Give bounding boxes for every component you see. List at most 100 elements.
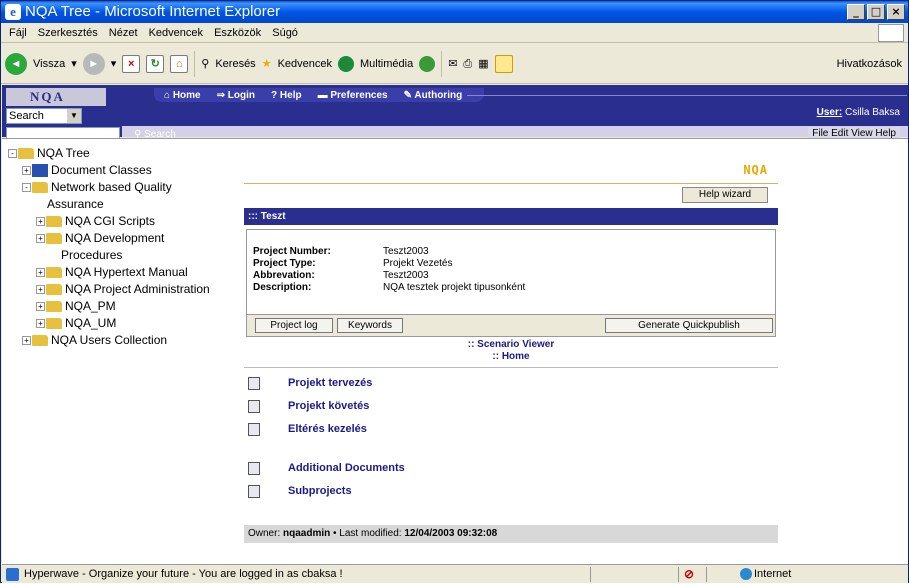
home-link[interactable]: :: Home	[242, 351, 780, 363]
edit-icon[interactable]: ▦	[478, 44, 488, 84]
expand-icon[interactable]: +	[36, 268, 45, 278]
status-divider	[706, 567, 707, 582]
mail-icon[interactable]: ✉	[448, 44, 457, 84]
nav-login[interactable]: ⇒ Login	[217, 90, 263, 101]
search-scope-select[interactable]: Search ▼	[6, 108, 82, 124]
tree-item-label: Document Classes	[51, 163, 152, 177]
tree-item[interactable]: + NQA_UM	[8, 315, 228, 332]
forward-arrow-icon[interactable]: ►	[82, 52, 105, 75]
favorites-star-icon[interactable]: ★	[262, 44, 272, 84]
expand-icon[interactable]: +	[36, 319, 45, 329]
menu-file[interactable]: Fájl	[9, 27, 27, 39]
tree-item[interactable]: + NQA CGI Scripts	[8, 213, 228, 230]
messenger-icon[interactable]	[494, 54, 513, 73]
menu-bar: Fájl Szerkesztés Nézet Kedvencek Eszközö…	[1, 23, 908, 43]
menu-favorites[interactable]: Kedvencek	[149, 27, 203, 39]
history-icon[interactable]	[419, 55, 436, 72]
back-label[interactable]: Vissza	[33, 44, 65, 84]
nav-home[interactable]: ⌂ Home	[164, 90, 209, 101]
search-icon[interactable]: ⚲	[201, 44, 209, 84]
menu-edit[interactable]: Szerkesztés	[38, 27, 98, 39]
link-item[interactable]: Projekt tervezés	[248, 375, 372, 392]
nav-login-label: Login	[227, 89, 256, 101]
project-log-button[interactable]: Project log	[255, 318, 333, 333]
collapse-icon[interactable]: -	[22, 183, 31, 193]
folder-icon	[18, 148, 34, 160]
links-label[interactable]: Hivatkozások	[837, 44, 902, 84]
expand-icon[interactable]: +	[36, 285, 45, 295]
stop-icon[interactable]: ×	[122, 54, 141, 73]
expand-icon[interactable]: +	[36, 234, 45, 244]
owner-label: Owner:	[248, 528, 281, 539]
info-value: Teszt2003	[383, 246, 429, 257]
nav-authoring[interactable]: ✎ Authoring	[404, 90, 471, 101]
expand-icon[interactable]: +	[36, 302, 45, 312]
tree-item-label: NQA_UM	[65, 316, 117, 330]
home-icon[interactable]: ⌂	[170, 54, 189, 73]
tree-item[interactable]: + NQA_PM	[8, 298, 228, 315]
tree-item[interactable]: Assurance	[8, 196, 228, 213]
refresh-icon[interactable]: ↻	[146, 54, 165, 73]
tree-item[interactable]: + NQA Hypertext Manual	[8, 264, 228, 281]
tree-item[interactable]: + NQA Users Collection	[8, 332, 228, 349]
back-arrow-icon[interactable]: ◄	[5, 52, 27, 75]
tree-view: - NQA Tree + Document Classes - Network based…	[8, 145, 228, 349]
chevron-down-icon[interactable]: ▼	[67, 109, 81, 123]
tree-item[interactable]: Procedures	[8, 247, 228, 264]
forward-dropdown-icon[interactable]: ▾	[111, 44, 117, 84]
link-label: Projekt követés	[288, 400, 370, 412]
owner-name: nqaadmin	[283, 528, 331, 539]
menu-help[interactable]: Súgó	[272, 27, 298, 39]
info-value: Teszt2003	[383, 270, 429, 281]
expand-icon[interactable]: +	[22, 166, 31, 176]
tree-item-label: NQA Hypertext Manual	[65, 265, 188, 279]
folder-icon	[46, 301, 62, 313]
search-label[interactable]: Keresés	[215, 44, 255, 84]
info-key: Project Number:	[253, 246, 331, 257]
folder-icon	[32, 335, 48, 347]
media-label[interactable]: Multimédia	[360, 44, 413, 84]
search-scope-value: Search	[9, 110, 44, 122]
folder-icon	[46, 216, 62, 228]
print-icon[interactable]: ⎙	[463, 44, 472, 84]
status-bar: Hyperwave - Organize your future - You a…	[2, 564, 908, 583]
info-row: Project Number: Teszt2003	[253, 246, 525, 258]
document-icon	[248, 399, 260, 413]
generate-quickpublish-button[interactable]: Generate Quickpublish	[605, 318, 773, 333]
tree-item-label: Assurance	[47, 197, 104, 211]
expand-icon[interactable]: +	[36, 217, 45, 227]
keywords-button[interactable]: Keywords	[337, 318, 403, 333]
link-item[interactable]: Eltérés kezelés	[248, 421, 367, 438]
tree-item[interactable]: + NQA Development	[8, 230, 228, 247]
minimize-button[interactable]: _	[847, 4, 865, 20]
link-item[interactable]: Subprojects	[248, 483, 352, 500]
tree-item[interactable]: - NQA Tree	[8, 145, 228, 162]
globe-icon	[740, 568, 752, 580]
media-icon[interactable]	[338, 55, 354, 72]
collapse-icon[interactable]: -	[8, 149, 17, 159]
title-bar: e NQA Tree - Microsoft Internet Explorer…	[1, 1, 908, 23]
info-row: Project Type: Projekt Vezetés	[253, 258, 525, 270]
scenario-viewer-link[interactable]: :: Scenario Viewer	[242, 339, 780, 351]
menu-tools[interactable]: Eszközök	[214, 27, 261, 39]
top-divider	[244, 183, 778, 184]
tree-item[interactable]: + NQA Project Administration	[8, 281, 228, 298]
nav-help[interactable]: ? Help	[271, 90, 310, 101]
menu-view[interactable]: Nézet	[109, 27, 138, 39]
folder-icon	[46, 318, 62, 330]
tree-item[interactable]: - Network based Quality	[8, 179, 228, 196]
maximize-button[interactable]: □	[867, 4, 885, 20]
back-dropdown-icon[interactable]: ▾	[71, 44, 77, 84]
favorites-label[interactable]: Kedvencek	[278, 44, 332, 84]
expand-icon[interactable]: +	[22, 336, 31, 346]
info-value: Projekt Vezetés	[383, 258, 453, 269]
document-icon	[248, 484, 260, 498]
link-item[interactable]: Additional Documents	[248, 460, 405, 477]
close-button[interactable]: ×	[887, 4, 905, 20]
tree-item-label: NQA Tree	[37, 146, 90, 160]
help-wizard-button[interactable]: Help wizard	[682, 187, 768, 203]
action-bar: Project log Keywords Generate Quickpubli…	[246, 315, 776, 337]
link-item[interactable]: Projekt követés	[248, 398, 369, 415]
nav-preferences[interactable]: ▬ Preferences	[318, 90, 396, 101]
tree-item[interactable]: + Document Classes	[8, 162, 228, 179]
